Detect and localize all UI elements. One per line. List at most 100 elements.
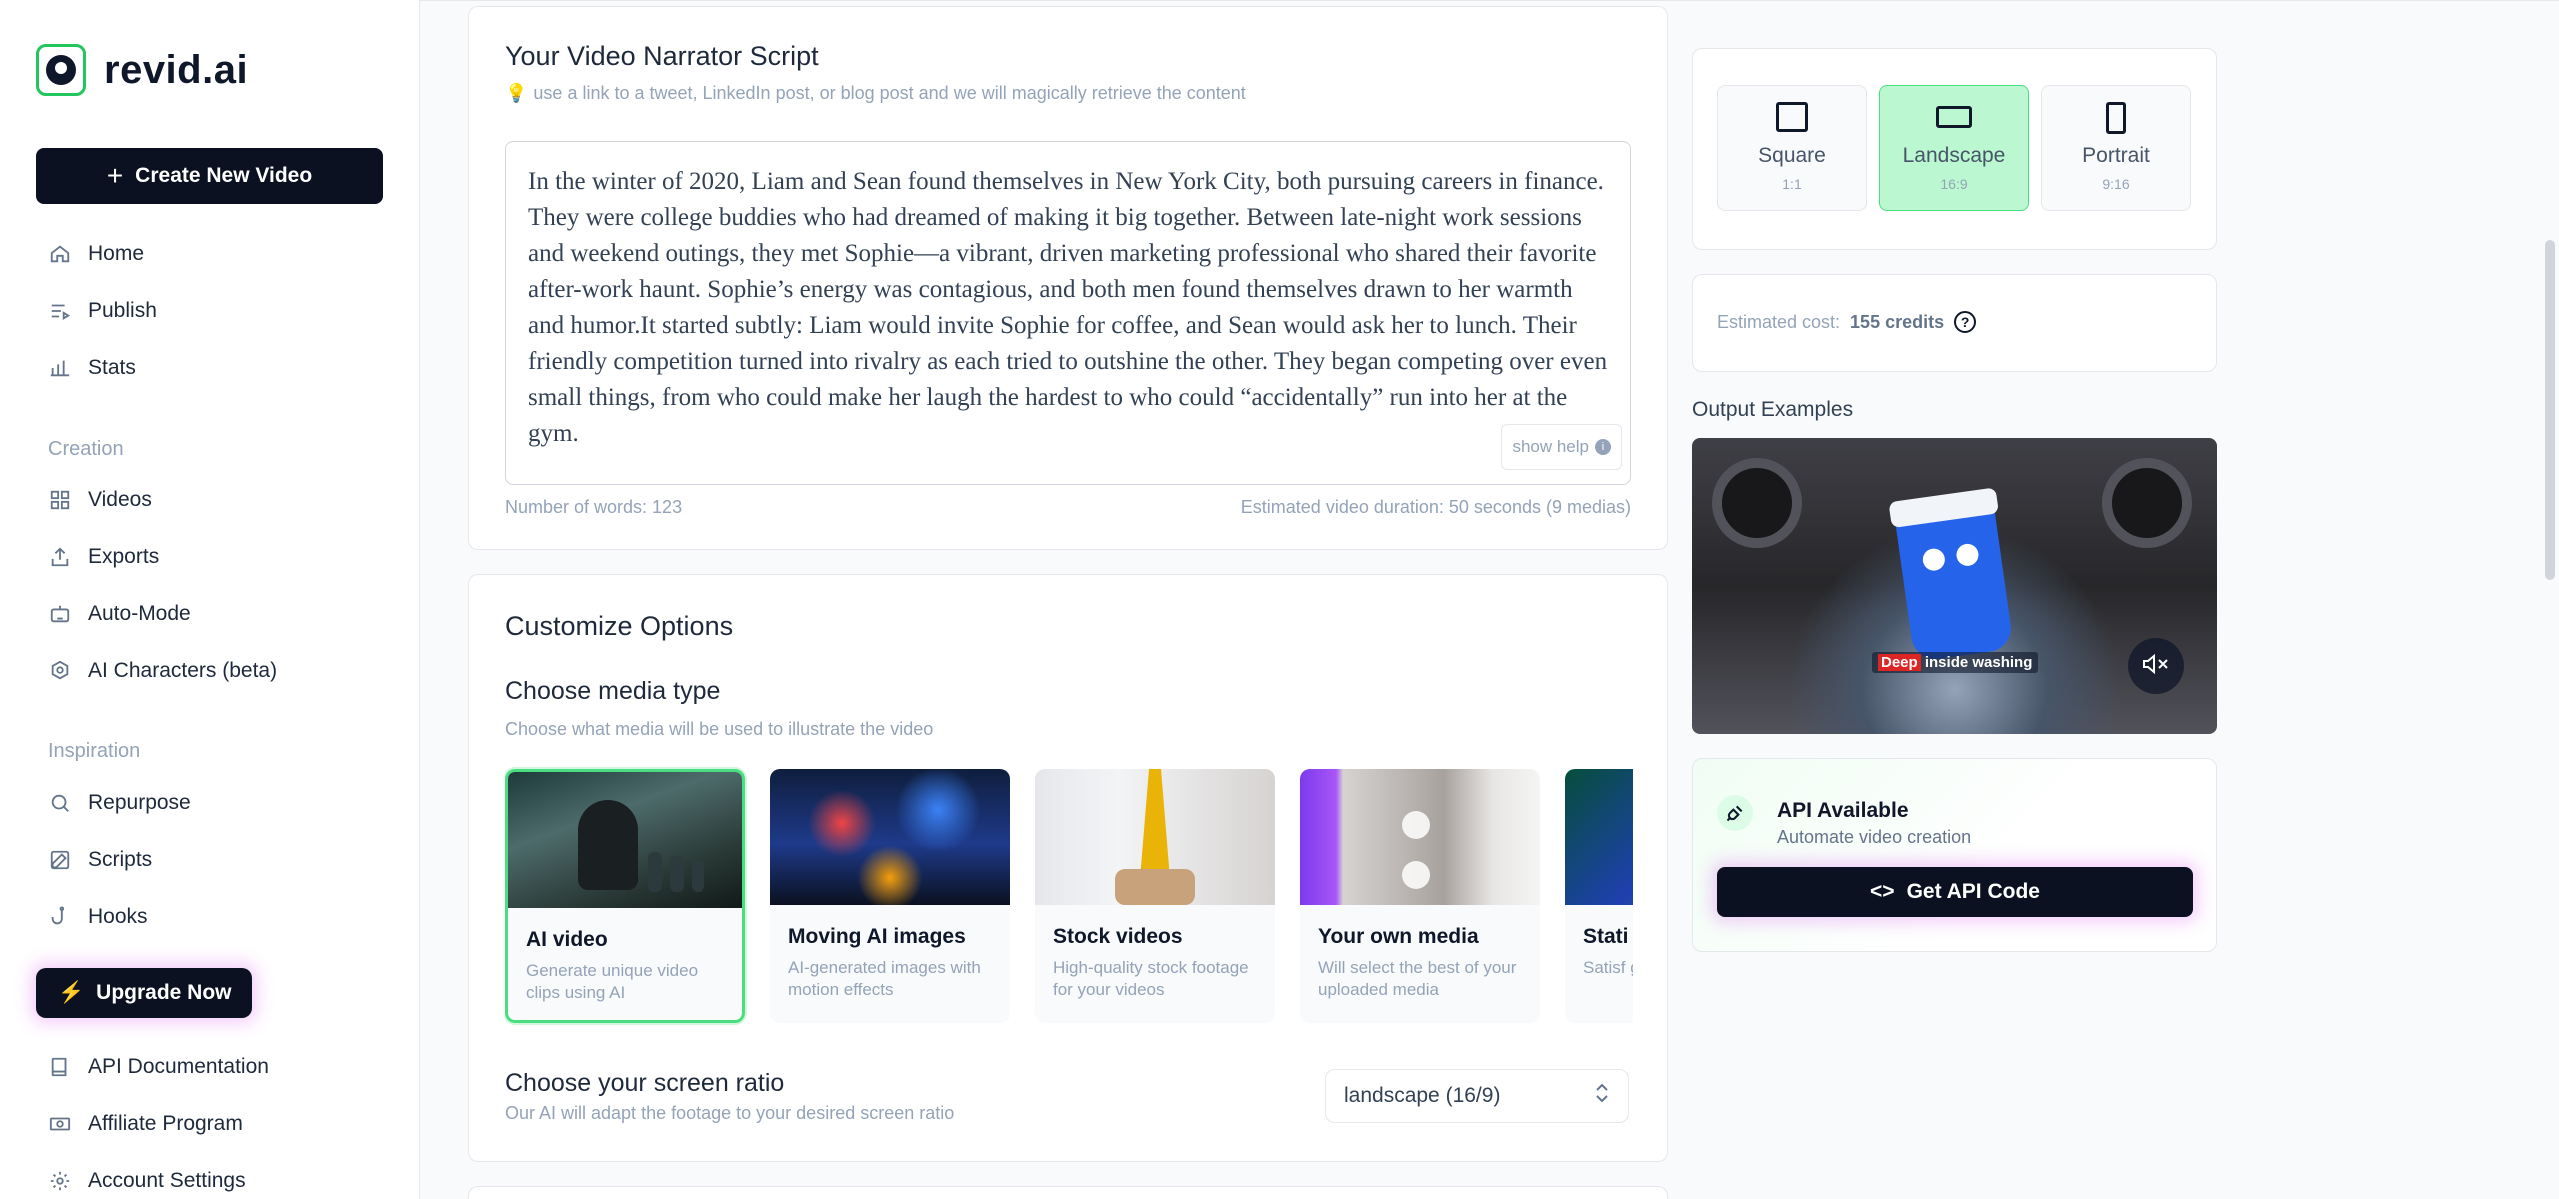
aspect-ratio-card: Square 1:1 Landscape 16:9 Portrait 9:16 — [1692, 48, 2217, 250]
media-tile-your-own-media[interactable]: Your own media Will select the best of y… — [1300, 769, 1540, 1023]
your-own-media-thumbnail — [1300, 769, 1540, 905]
sidebar-item-label: Scripts — [88, 848, 153, 871]
script-card: Your Video Narrator Script 💡 use a link … — [468, 6, 1668, 550]
creation-section-title: Creation — [48, 438, 124, 460]
square-icon — [1776, 102, 1808, 132]
sidebar-item-label: Exports — [88, 545, 160, 568]
portrait-icon — [2106, 102, 2126, 134]
aspect-name: Portrait — [2082, 144, 2150, 167]
sidebar-item-label: Auto-Mode — [88, 602, 191, 625]
sidebar-item-publish[interactable]: Publish — [48, 299, 157, 323]
aspect-sub: 1:1 — [1782, 176, 1802, 192]
logo[interactable]: revid.ai — [36, 44, 248, 96]
script-title: Your Video Narrator Script — [505, 41, 819, 71]
show-help-button[interactable]: show help i — [1501, 424, 1622, 470]
script-textarea[interactable]: In the winter of 2020, Liam and Sean fou… — [505, 141, 1631, 485]
sidebar-item-label: API Documentation — [88, 1055, 269, 1078]
sidebar-item-hooks[interactable]: Hooks — [48, 905, 148, 929]
sidebar-item-label: Account Settings — [88, 1169, 246, 1192]
ai-video-thumbnail — [508, 772, 742, 908]
aspect-portrait-option[interactable]: Portrait 9:16 — [2041, 85, 2191, 211]
sidebar-item-label: Stats — [88, 356, 136, 379]
screen-ratio-value: landscape (16/9) — [1344, 1084, 1501, 1107]
chevron-up-down-icon — [1594, 1081, 1610, 1111]
aspect-square-option[interactable]: Square 1:1 — [1717, 85, 1867, 211]
page-scrollbar[interactable] — [2545, 240, 2555, 580]
word-count: Number of words: 123 — [505, 497, 683, 517]
robot-icon — [48, 602, 72, 626]
washer-graphic-left — [1712, 458, 1802, 548]
sidebar-item-api-documentation[interactable]: API Documentation — [48, 1055, 269, 1079]
sidebar-item-affiliate-program[interactable]: Affiliate Program — [48, 1112, 243, 1136]
sidebar-item-account-settings[interactable]: Account Settings — [48, 1169, 246, 1193]
estimated-cost: Estimated cost: 155 credits ? — [1717, 311, 1977, 333]
screen-ratio-title: Choose your screen ratio — [505, 1069, 785, 1097]
upgrade-now-label: Upgrade Now — [96, 981, 232, 1004]
media-tile-ai-video[interactable]: AI video Generate unique video clips usi… — [505, 769, 745, 1023]
caption-highlight: Deep — [1878, 654, 1921, 671]
video-caption: Deep inside washing — [1872, 652, 2039, 673]
sidebar-item-auto-mode[interactable]: Auto-Mode — [48, 602, 191, 626]
stock-videos-thumbnail — [1035, 769, 1275, 905]
aspect-sub: 16:9 — [1940, 176, 1968, 192]
volume-mute-icon — [2142, 653, 2170, 680]
sidebar-item-repurpose[interactable]: Repurpose — [48, 791, 191, 815]
media-tile-desc: Generate unique video clips using AI — [526, 961, 699, 1002]
sidebar-item-label: Home — [88, 242, 145, 265]
money-icon — [48, 1112, 72, 1136]
sidebar-item-label: Repurpose — [88, 791, 191, 814]
logo-icon — [36, 44, 86, 96]
moving-ai-images-thumbnail — [770, 769, 1010, 905]
estimated-duration: Estimated video duration: 50 seconds (9 … — [1240, 497, 1631, 517]
sidebar-item-home[interactable]: Home — [48, 242, 144, 266]
media-tile-title: AI video — [526, 928, 608, 951]
code-icon: <> — [1870, 880, 1895, 903]
home-icon — [48, 242, 72, 266]
search-icon — [48, 791, 72, 815]
output-example-video[interactable]: Deep inside washing — [1692, 438, 2217, 734]
sidebar-item-videos[interactable]: Videos — [48, 488, 152, 512]
stats-icon — [48, 356, 72, 380]
publish-icon — [48, 299, 72, 323]
aspect-name: Square — [1758, 144, 1826, 167]
sidebar-item-label: Videos — [88, 488, 152, 511]
estimated-cost-label: Estimated cost: — [1717, 311, 1841, 332]
customize-card: Customize Options Choose media type Choo… — [468, 574, 1668, 1162]
media-tile-static[interactable]: Stati Satisf grab a — [1565, 769, 1633, 1023]
media-tile-moving-ai-images[interactable]: Moving AI images AI-generated images wit… — [770, 769, 1010, 1023]
export-icon — [48, 545, 72, 569]
aspect-landscape-option[interactable]: Landscape 16:9 — [1879, 85, 2029, 211]
sidebar-item-label: Hooks — [88, 905, 148, 928]
mute-button[interactable] — [2128, 638, 2184, 694]
sidebar-item-ai-characters[interactable]: AI Characters (beta) — [48, 659, 277, 683]
aspect-name: Landscape — [1902, 144, 2006, 167]
upgrade-now-button[interactable]: ⚡ Upgrade Now — [36, 968, 252, 1018]
lightbulb-icon: 💡 — [505, 83, 528, 103]
sidebar-item-exports[interactable]: Exports — [48, 545, 159, 569]
cog-icon — [48, 659, 72, 683]
media-tile-desc: AI-generated images with motion effects — [788, 958, 981, 999]
screen-ratio-select[interactable]: landscape (16/9) — [1325, 1069, 1629, 1123]
api-title: API Available — [1777, 799, 1909, 822]
logo-text: revid.ai — [104, 47, 249, 92]
media-tile-stock-videos[interactable]: Stock videos High-quality stock footage … — [1035, 769, 1275, 1023]
top-divider — [420, 0, 2559, 1]
lightning-icon: ⚡ — [58, 981, 85, 1004]
api-sub: Automate video creation — [1777, 827, 1972, 847]
aspect-sub: 9:16 — [2102, 176, 2130, 192]
landscape-icon — [1936, 106, 1972, 128]
media-tile-title: Your own media — [1318, 925, 1479, 948]
script-hint: 💡 use a link to a tweet, LinkedIn post, … — [505, 83, 1246, 104]
help-icon[interactable]: ? — [1954, 311, 1977, 333]
media-tile-title: Stock videos — [1053, 925, 1183, 948]
edit-icon — [48, 848, 72, 872]
get-api-code-button[interactable]: <> Get API Code — [1717, 867, 2193, 917]
sidebar-item-scripts[interactable]: Scripts — [48, 848, 152, 872]
sidebar-item-stats[interactable]: Stats — [48, 356, 136, 380]
media-tile-desc: Satisf grab a — [1583, 958, 1633, 977]
caption-rest: inside washing — [1920, 654, 2033, 671]
sidebar-item-label: Publish — [88, 299, 157, 322]
output-examples-label: Output Examples — [1692, 398, 1854, 421]
washer-graphic-right — [2102, 458, 2192, 548]
create-new-video-button[interactable]: + Create New Video — [36, 148, 383, 204]
